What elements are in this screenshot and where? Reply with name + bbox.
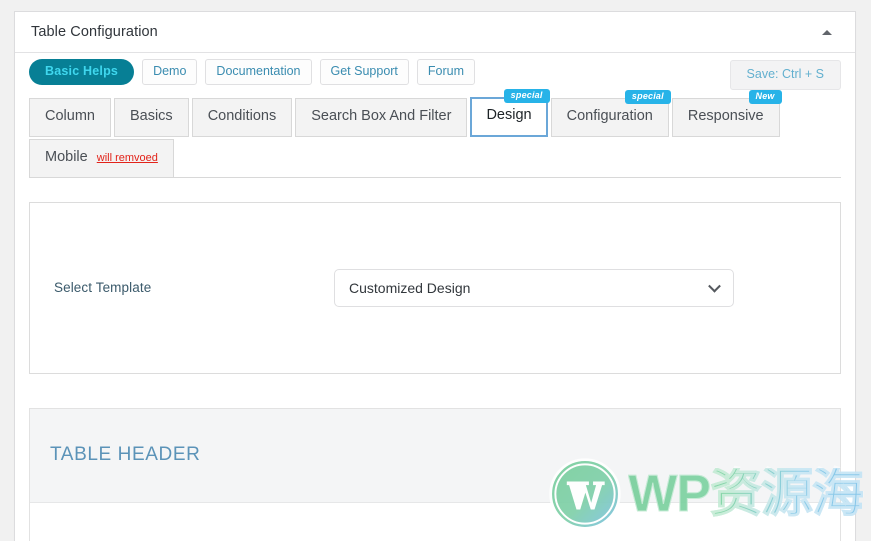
tab-label: Search Box And Filter xyxy=(311,108,452,124)
tab-deprecation-note: will remvoed xyxy=(96,151,158,164)
select-template-label: Select Template xyxy=(54,280,152,296)
select-template-card: Select Template Customized Design xyxy=(29,201,841,374)
tab-label: Column xyxy=(45,108,95,124)
tab-label: Responsive xyxy=(687,108,764,124)
collapse-toggle-button[interactable] xyxy=(809,12,845,52)
select-template-dropdown[interactable]: Customized Design xyxy=(334,268,734,307)
tab-design[interactable]: special Design xyxy=(470,89,550,137)
tab-badge-new: New xyxy=(748,90,782,104)
table-preview-body xyxy=(30,502,840,541)
help-link-documentation[interactable]: Documentation xyxy=(205,59,312,85)
design-tab-panel: Select Template Customized Design TABLE … xyxy=(15,201,855,541)
tab-label: Conditions xyxy=(207,108,277,124)
tab-basics[interactable]: Basics xyxy=(113,98,189,137)
tab-column[interactable]: Column xyxy=(29,98,111,137)
help-link-get-support[interactable]: Get Support xyxy=(319,59,409,85)
tab-label: Basics xyxy=(129,108,173,124)
tab-label: Configuration xyxy=(566,108,653,124)
select-template-value: Customized Design xyxy=(349,279,471,296)
caret-up-icon xyxy=(822,29,832,35)
tab-badge-special: special xyxy=(503,89,550,103)
tab-conditions[interactable]: Conditions xyxy=(191,98,293,137)
tab-list: Column Basics Conditions Search Box And … xyxy=(29,89,841,178)
tab-search-box-and-filter[interactable]: Search Box And Filter xyxy=(295,98,468,137)
save-button[interactable]: Save: Ctrl + S xyxy=(729,60,841,90)
tab-bar: Column Basics Conditions Search Box And … xyxy=(29,89,841,178)
table-preview-header: TABLE HEADER xyxy=(30,408,840,503)
table-preview-card: TABLE HEADER xyxy=(29,407,841,541)
page-title: Table Configuration xyxy=(31,24,158,40)
tab-configuration[interactable]: special Configuration xyxy=(550,90,671,137)
table-header-title: TABLE HEADER xyxy=(50,444,201,466)
tab-responsive[interactable]: New Responsive xyxy=(671,90,782,137)
tab-badge-special: special xyxy=(624,90,671,104)
chevron-down-icon xyxy=(708,279,721,293)
tab-label: Mobile xyxy=(45,148,88,165)
help-link-demo[interactable]: Demo xyxy=(142,59,198,85)
metabox-header: Table Configuration xyxy=(15,12,855,53)
screen: Table Configuration Basic Helps Demo Doc… xyxy=(0,0,871,541)
help-link-forum[interactable]: Forum xyxy=(416,59,476,85)
table-configuration-metabox: Table Configuration Basic Helps Demo Doc… xyxy=(14,11,856,541)
help-links-bar: Basic Helps Demo Documentation Get Suppo… xyxy=(15,53,855,91)
basic-helps-button[interactable]: Basic Helps xyxy=(29,59,135,85)
tab-label: Design xyxy=(486,107,532,123)
tab-mobile[interactable]: Mobile will remvoed xyxy=(29,138,174,178)
